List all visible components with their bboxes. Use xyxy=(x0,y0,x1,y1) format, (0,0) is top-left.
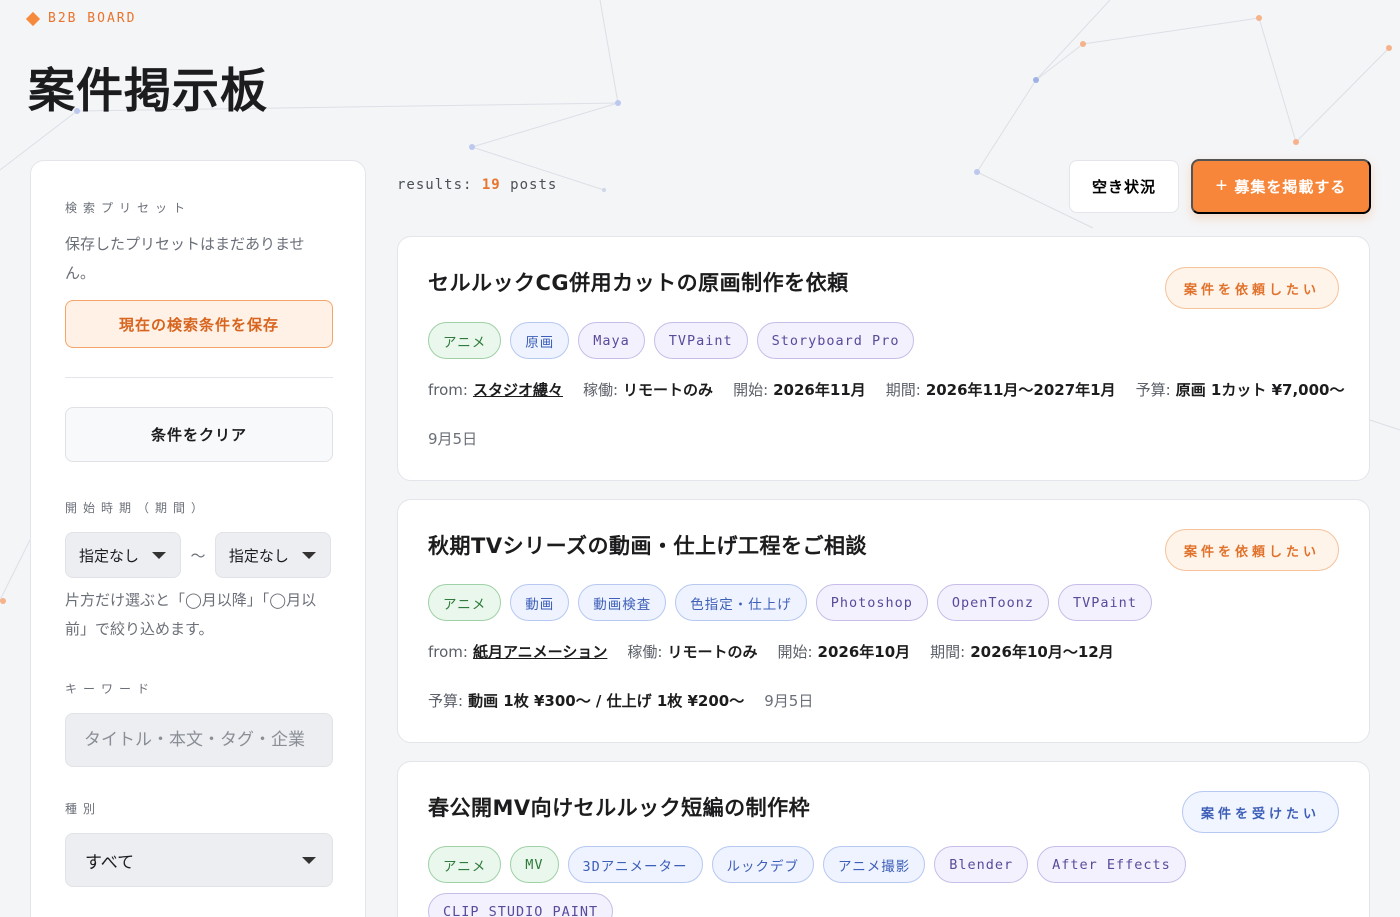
budget-label: 予算: xyxy=(428,692,464,710)
type-select-value: すべて xyxy=(85,852,135,873)
start-value: 2026年11月 xyxy=(773,381,866,399)
diamond-logo-icon xyxy=(25,11,41,26)
period-separator: 〜 xyxy=(190,546,206,565)
period-to-value: 指定なし xyxy=(228,546,289,565)
save-preset-button[interactable]: 現在の検索条件を保存 xyxy=(65,300,333,348)
tag-list: アニメ MV 3Dアニメーター ルックデブ アニメ撮影 Blender Afte… xyxy=(428,846,1339,917)
tag[interactable]: ルックデブ xyxy=(711,846,814,883)
chevron-down-icon xyxy=(301,551,316,559)
tag[interactable]: 色指定・仕上げ xyxy=(675,584,807,621)
post-card[interactable]: 春公開MV向けセルルック短編の制作枠 案件を受けたい アニメ MV 3Dアニメー… xyxy=(397,761,1370,917)
start-label: 開始: xyxy=(777,643,813,661)
post-listing-label: 募集を掲載する xyxy=(1234,179,1347,196)
results-number: 19 xyxy=(481,177,501,193)
company-link[interactable]: スタジオ縷々 xyxy=(473,379,563,400)
post-meta: from: 紙月アニメーション 稼働: リモートのみ 開始: 2026年10月 期間:… xyxy=(428,641,1134,662)
tag[interactable]: Maya xyxy=(578,322,645,359)
company-link[interactable]: 紙月アニメーション xyxy=(473,641,607,662)
post-meta: 予算: 動画 1枚 ¥300〜 / 仕上げ 1枚 ¥200〜 9月5日 xyxy=(428,690,813,711)
chevron-down-icon xyxy=(152,551,167,559)
tag[interactable]: アニメ xyxy=(428,322,502,359)
tag[interactable]: アニメ xyxy=(428,846,502,883)
post-meta: from: スタジオ縷々 稼働: リモートのみ 開始: 2026年11月 期間: 202… xyxy=(428,379,1364,400)
post-date: 9月5日 xyxy=(428,430,478,448)
from-label: from: xyxy=(428,380,468,399)
budget-value: 原画 1カット ¥7,000〜 xyxy=(1175,381,1345,399)
post-card[interactable]: セルルックCG併用カットの原画制作を依頼 案件を依頼したい アニメ 原画 May… xyxy=(397,236,1370,481)
tag[interactable]: 3Dアニメーター xyxy=(567,846,703,883)
tag[interactable]: Storyboard Pro xyxy=(756,322,915,359)
budget-label: 予算: xyxy=(1135,381,1171,399)
plus-icon: + xyxy=(1215,175,1229,197)
results-prefix: results: xyxy=(397,177,473,193)
post-type-badge: 案件を受けたい xyxy=(1181,791,1339,833)
availability-button[interactable]: 空き状況 xyxy=(1069,160,1179,213)
post-title[interactable]: 秋期TVシリーズの動画・仕上げ工程をご相談 xyxy=(428,530,867,560)
start-label: 開始: xyxy=(733,381,769,399)
tag[interactable]: Blender xyxy=(934,846,1029,883)
period-label: 期間: xyxy=(930,643,966,661)
from-label: from: xyxy=(428,642,468,661)
period-hint: 片方だけ選ぶと「◯月以降」「◯月以前」で絞り込めます。 xyxy=(65,591,317,638)
work-style-label: 稼働: xyxy=(582,381,619,399)
presets-empty-note: 保存したプリセットはまだありません。 xyxy=(65,235,305,282)
tag[interactable]: アニメ撮影 xyxy=(823,846,926,883)
results-suffix: posts xyxy=(510,177,558,193)
work-style-value: リモートのみ xyxy=(667,643,758,661)
tag[interactable]: アニメ xyxy=(428,584,502,621)
tag[interactable]: 動画検査 xyxy=(578,584,667,621)
post-date: 9月5日 xyxy=(764,692,814,710)
period-from-value: 指定なし xyxy=(79,546,140,565)
post-listing-button[interactable]: + 募集を掲載する xyxy=(1191,159,1371,214)
post-card[interactable]: 秋期TVシリーズの動画・仕上げ工程をご相談 案件を依頼したい アニメ 動画 動画… xyxy=(397,499,1370,743)
period-value: 2026年11月〜2027年1月 xyxy=(925,381,1116,399)
tag[interactable]: 原画 xyxy=(510,322,570,359)
period-value: 2026年10月〜12月 xyxy=(970,643,1114,661)
sidebar-divider xyxy=(65,377,333,378)
tag[interactable]: TVPaint xyxy=(653,322,748,359)
results-count: results: 19 posts xyxy=(397,177,557,193)
period-from-select[interactable]: 指定なし xyxy=(65,532,182,578)
post-date-row: 9月5日 xyxy=(428,428,477,449)
budget-value: 動画 1枚 ¥300〜 / 仕上げ 1枚 ¥200〜 xyxy=(468,692,745,710)
start-value: 2026年10月 xyxy=(817,643,911,661)
type-label: 種別 xyxy=(65,802,102,816)
tag[interactable]: OpenToonz xyxy=(936,584,1050,621)
tag[interactable]: After Effects xyxy=(1037,846,1186,883)
post-title[interactable]: 春公開MV向けセルルック短編の制作枠 xyxy=(428,792,810,822)
tag[interactable]: TVPaint xyxy=(1058,584,1152,621)
brand-header: B2B BOARD xyxy=(25,11,137,26)
filter-sidebar: 検索プリセット 保存したプリセットはまだありません。 現在の検索条件を保存 条件… xyxy=(30,160,366,917)
work-style-label: 稼働: xyxy=(627,643,663,661)
work-style-value: リモートのみ xyxy=(623,381,714,399)
presets-label: 検索プリセット xyxy=(65,201,192,215)
post-type-badge: 案件を依頼したい xyxy=(1164,529,1339,571)
keyword-input[interactable] xyxy=(65,713,333,767)
tag[interactable]: Photoshop xyxy=(815,584,928,621)
period-label: 開始時期（期間） xyxy=(65,501,210,515)
tag[interactable]: MV xyxy=(510,846,559,883)
tag[interactable]: 動画 xyxy=(510,584,570,621)
period-range: 指定なし 〜 指定なし xyxy=(65,532,331,578)
keyword-label: キーワード xyxy=(65,682,156,696)
type-select[interactable]: すべて xyxy=(65,833,333,887)
period-to-select[interactable]: 指定なし xyxy=(214,532,331,578)
period-label: 期間: xyxy=(885,381,921,399)
brand-label: B2B BOARD xyxy=(48,11,137,26)
tag-list: アニメ 原画 Maya TVPaint Storyboard Pro xyxy=(428,322,1339,359)
chevron-down-icon xyxy=(302,856,316,864)
page-title: 案件掲示板 xyxy=(28,64,268,119)
post-type-badge: 案件を依頼したい xyxy=(1164,267,1339,309)
clear-filters-button[interactable]: 条件をクリア xyxy=(65,407,333,462)
post-title[interactable]: セルルックCG併用カットの原画制作を依頼 xyxy=(428,267,849,297)
tag[interactable]: CLIP STUDIO PAINT xyxy=(428,893,614,917)
tag-list: アニメ 動画 動画検査 色指定・仕上げ Photoshop OpenToonz … xyxy=(428,584,1339,621)
